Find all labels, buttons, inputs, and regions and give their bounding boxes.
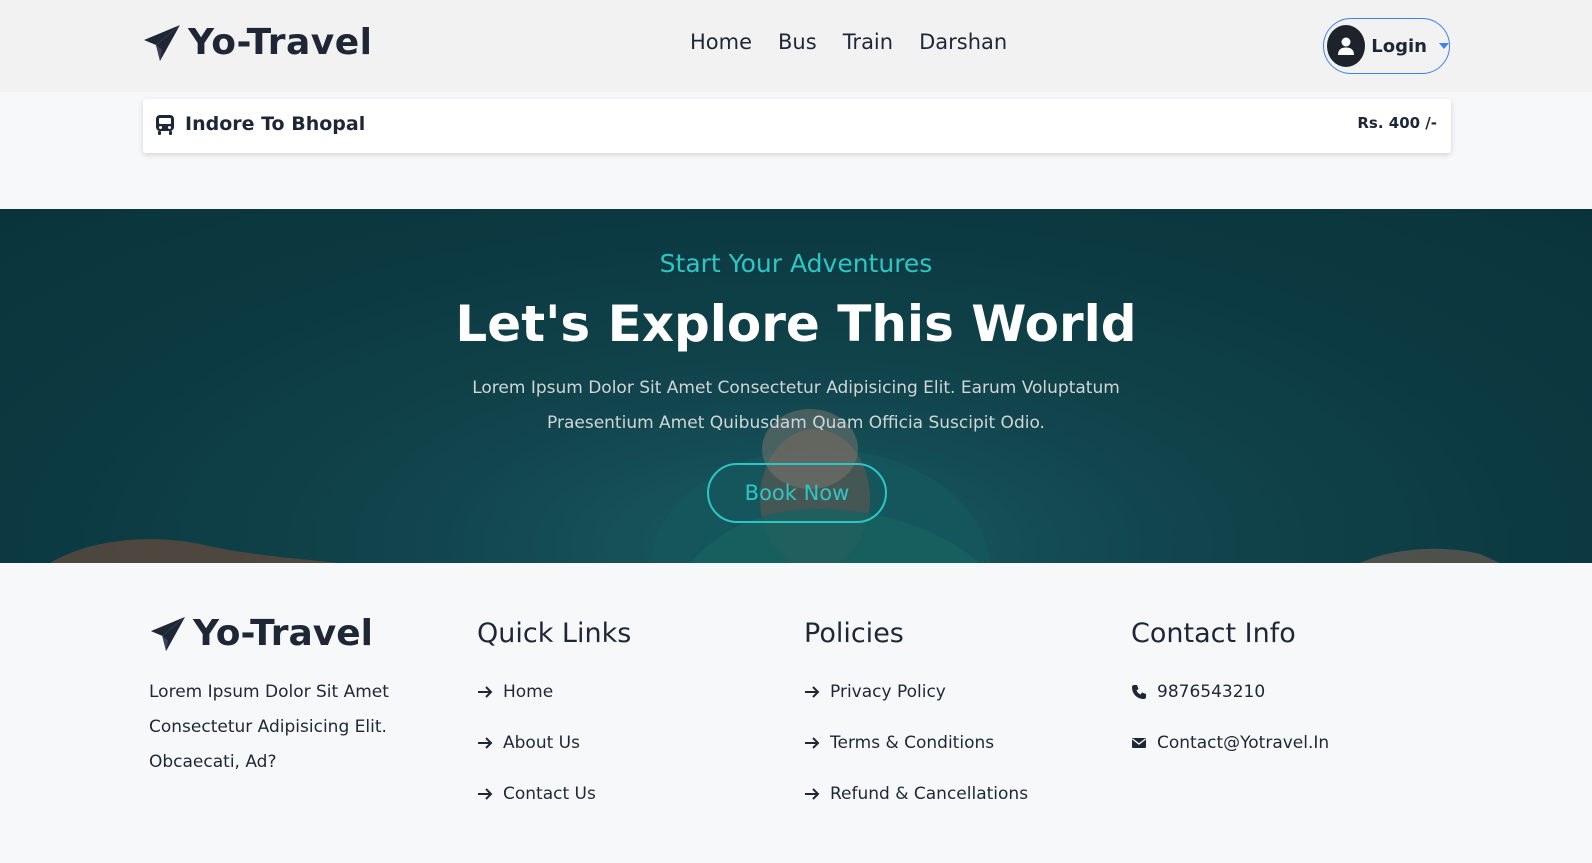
quick-links-heading: Quick Links xyxy=(477,618,632,649)
hero-description: Lorem Ipsum Dolor Sit Amet Consectetur A… xyxy=(472,378,1120,433)
contact-info-column: Contact Info 9876543210 Contact@Yotravel… xyxy=(1131,618,1329,781)
footer-about-text: Lorem Ipsum Dolor Sit Amet Consectetur A… xyxy=(149,682,389,772)
route-card[interactable]: Indore To Bhopal Rs. 400 /- xyxy=(143,99,1451,153)
book-now-button[interactable]: Book Now xyxy=(707,463,887,523)
nav-darshan[interactable]: Darshan xyxy=(919,30,1007,54)
quick-links-column: Quick Links Home About Us Contact Us xyxy=(477,618,631,832)
nav-train[interactable]: Train xyxy=(843,30,893,54)
phone-icon xyxy=(1132,685,1146,699)
paper-plane-icon xyxy=(144,24,180,61)
brand-name: Yo-Travel xyxy=(188,22,373,63)
brand-logo[interactable]: Yo-Travel xyxy=(142,22,373,63)
bus-icon xyxy=(156,115,174,135)
arrow-right-icon xyxy=(478,737,493,749)
site-footer: Yo-Travel Lorem Ipsum Dolor Sit Amet Con… xyxy=(0,563,1592,863)
footer-link-contact-us[interactable]: Contact Us xyxy=(477,781,631,807)
arrow-right-icon xyxy=(805,788,820,800)
hero-banner: Start Your Adventures Let's Explore This… xyxy=(0,209,1592,563)
paper-plane-icon xyxy=(150,616,186,651)
site-header: Yo-Travel Home Bus Train Darshan Login xyxy=(0,0,1592,92)
arrow-right-icon xyxy=(478,686,493,698)
footer-link-refund-cancellations[interactable]: Refund & Cancellations xyxy=(804,781,1028,807)
nav-home[interactable]: Home xyxy=(690,30,752,54)
nav-bus[interactable]: Bus xyxy=(778,30,817,54)
footer-brand-logo[interactable]: Yo-Travel xyxy=(149,613,373,654)
hero-title: Let's Explore This World xyxy=(455,295,1137,353)
arrow-right-icon xyxy=(478,788,493,800)
arrow-right-icon xyxy=(805,686,820,698)
policies-column: Policies Privacy Policy Terms & Conditio… xyxy=(804,618,1028,832)
caret-down-icon xyxy=(1439,43,1449,49)
footer-brand-name: Yo-Travel xyxy=(193,613,374,654)
user-avatar-icon xyxy=(1327,25,1366,67)
policies-heading: Policies xyxy=(804,618,904,649)
footer-link-about-us[interactable]: About Us xyxy=(477,730,631,756)
login-label: Login xyxy=(1371,35,1427,57)
main-nav: Home Bus Train Darshan xyxy=(690,30,1007,54)
arrow-right-icon xyxy=(805,737,820,749)
contact-phone[interactable]: 9876543210 xyxy=(1131,679,1329,705)
route-price: Rs. 400 /- xyxy=(1357,114,1437,132)
route-name: Indore To Bhopal xyxy=(185,113,366,135)
envelope-icon xyxy=(1132,738,1146,748)
contact-info-heading: Contact Info xyxy=(1131,618,1296,649)
login-dropdown-button[interactable]: Login xyxy=(1323,18,1450,74)
footer-link-terms-conditions[interactable]: Terms & Conditions xyxy=(804,730,1028,756)
contact-email[interactable]: Contact@Yotravel.In xyxy=(1131,730,1329,756)
hero-subtitle: Start Your Adventures xyxy=(659,249,933,278)
footer-link-home[interactable]: Home xyxy=(477,679,631,705)
footer-link-privacy-policy[interactable]: Privacy Policy xyxy=(804,679,1028,705)
